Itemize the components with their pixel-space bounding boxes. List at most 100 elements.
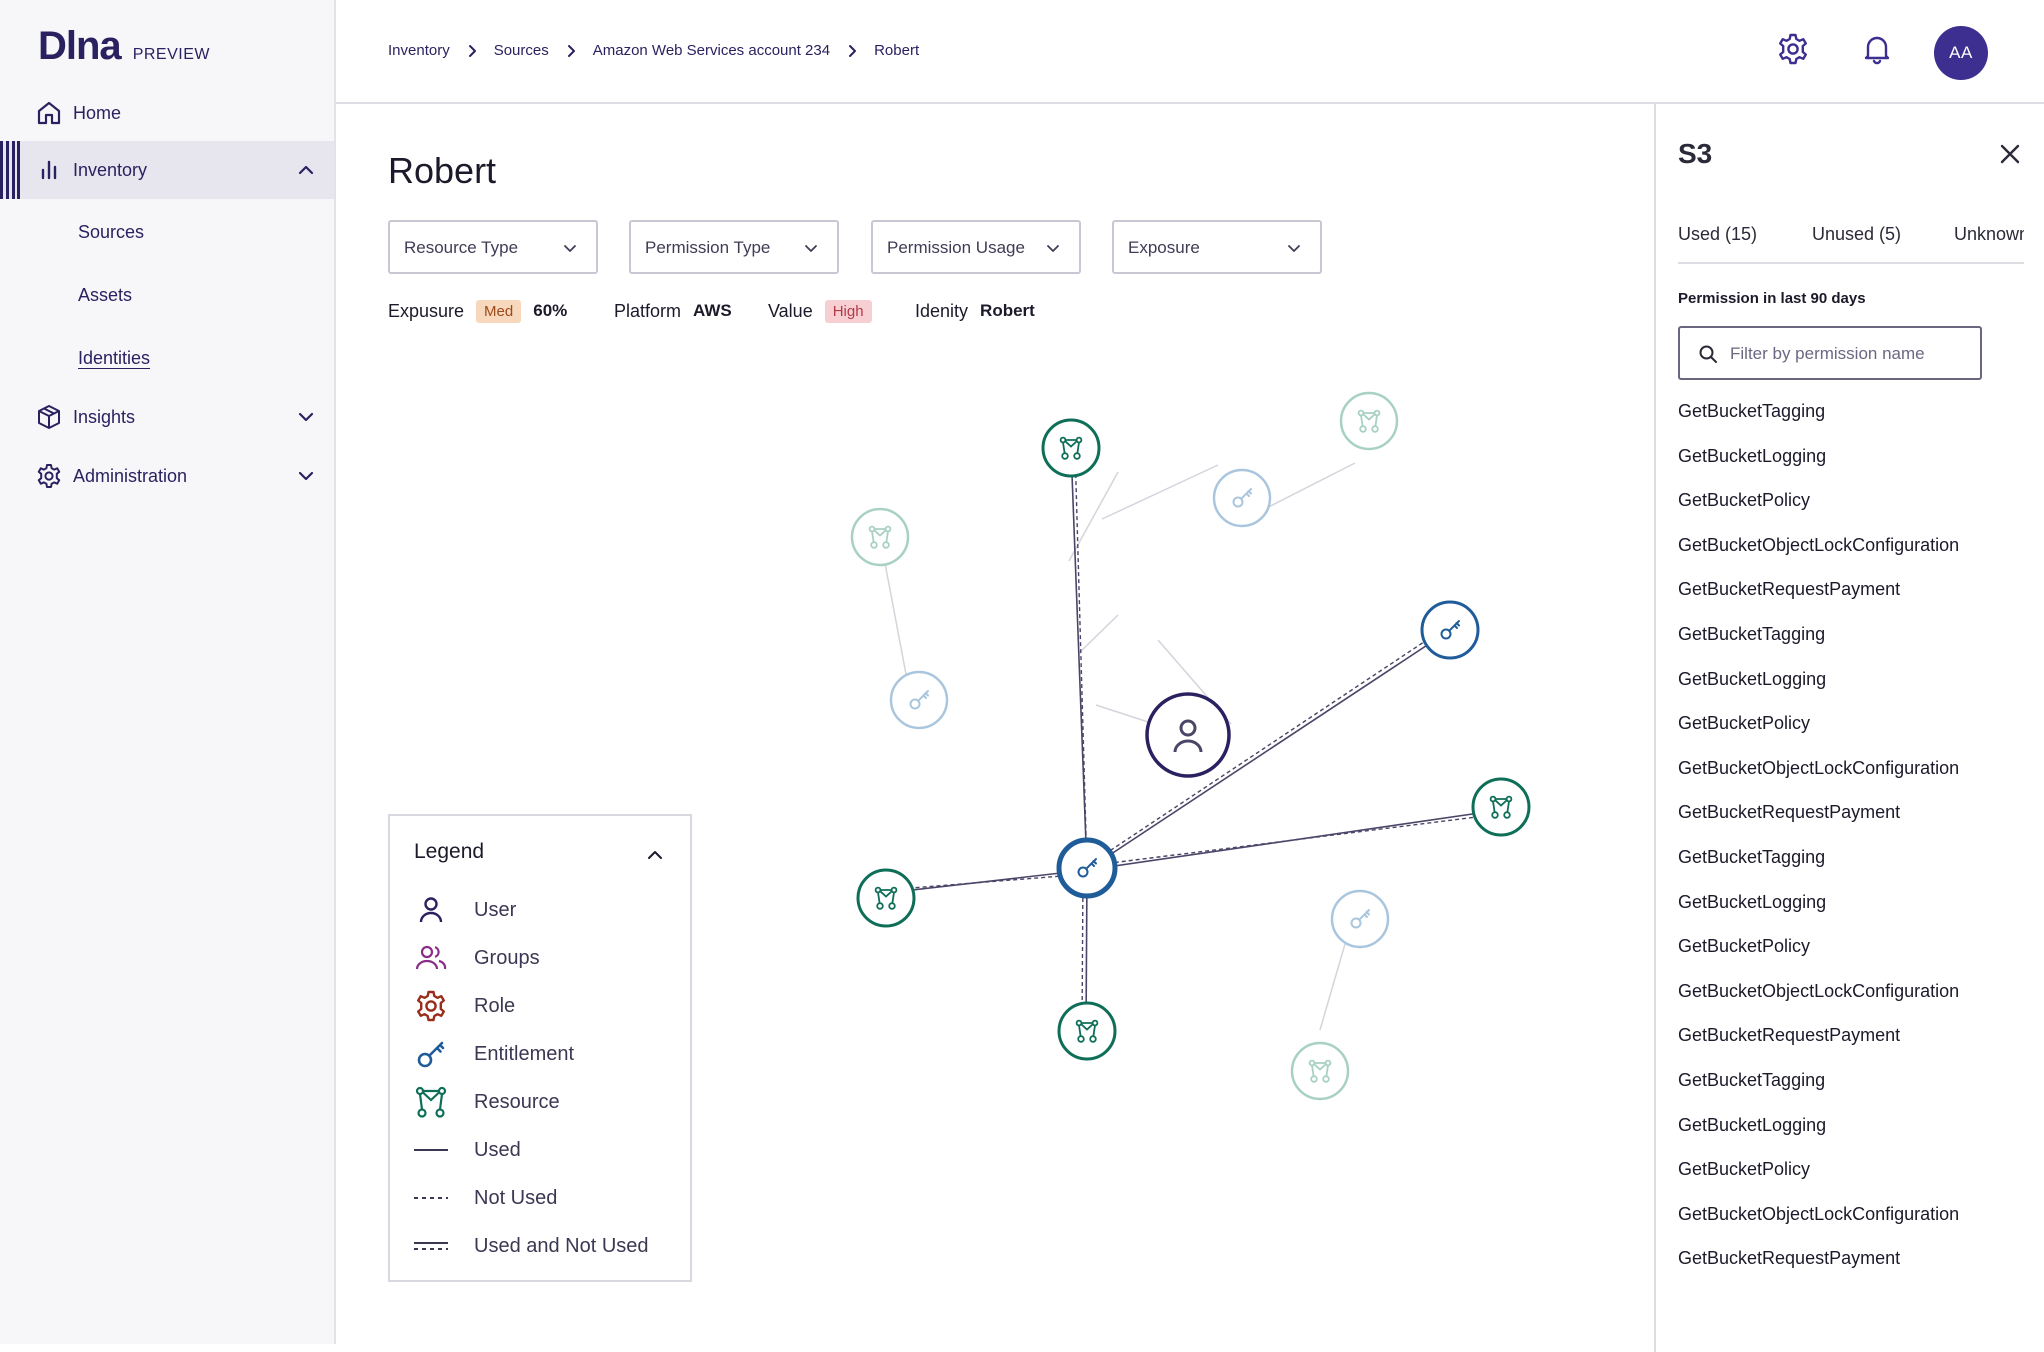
permission-item[interactable]: GetBucketPolicy [1678,489,1959,534]
entitlement-node-faded[interactable] [1212,468,1272,528]
chevron-down-icon [564,245,576,252]
sidebar-subitem-assets[interactable]: Assets [78,285,132,306]
exposure-badge: Med [476,299,522,323]
permission-search-input[interactable] [1730,340,1970,368]
exposure-filter[interactable]: Exposure [1112,220,1322,274]
chevron-up-icon[interactable] [646,846,664,864]
edge-used-and-not-used [1086,625,1451,871]
breadcrumb-item-sources[interactable]: Sources [494,42,549,59]
identity-label: Idenity [915,300,969,321]
permission-item[interactable]: GetBucketPolicy [1678,935,1959,980]
tab-unused[interactable]: Unused (5) [1812,224,1901,245]
permission-item[interactable]: GetBucketLogging [1678,891,1959,936]
close-icon[interactable] [1996,140,2024,168]
permission-item[interactable]: GetBucketRequestPayment [1678,1024,1959,1069]
filter-label: Permission Type [645,238,771,257]
breadcrumb-item-account[interactable]: Amazon Web Services account 234 [593,42,830,59]
gear-icon [37,464,61,488]
sidebar-subitem-sources[interactable]: Sources [78,222,144,243]
legend-label: Resource [474,1090,560,1113]
sidebar-item-insights[interactable]: Insights [0,388,334,446]
permission-usage-filter[interactable]: Permission Usage [871,220,1081,274]
chevron-up-icon[interactable] [296,160,316,180]
page-title: Robert [388,150,497,191]
sidebar-item-home[interactable]: Home [0,84,334,142]
chevron-right-icon [849,44,857,57]
edge-used-and-not-used [1086,809,1501,871]
bell-icon[interactable] [1860,32,1894,66]
home-icon [37,101,61,125]
edge-faded [1078,614,1119,654]
logo-wordmark: Dlna [38,24,122,68]
permission-item[interactable]: GetBucketObjectLockConfiguration [1678,1203,1959,1248]
chevron-down-icon[interactable] [296,407,316,427]
identity-graph [850,391,1531,1101]
entitlement-node-faded[interactable] [1330,889,1390,949]
tab-unknown[interactable]: Unknown [1954,224,2024,245]
permission-item[interactable]: GetBucketTagging [1678,400,1959,445]
permission-search[interactable] [1678,326,1982,380]
resource-node-faded[interactable] [1339,391,1399,451]
permission-item[interactable]: GetBucketObjectLockConfiguration [1678,757,1959,802]
resource-icon [415,1086,447,1118]
sidebar-subitem-identities[interactable]: Identities [78,348,150,369]
resource-node[interactable] [1057,1001,1117,1061]
preview-tag: PREVIEW [132,46,210,63]
key-icon [417,1041,445,1068]
legend-panel: Legend User Groups Role Entitlement Reso… [388,814,692,1282]
resource-node[interactable] [1471,777,1531,837]
resource-node-faded[interactable] [1290,1041,1350,1101]
exposure-value: 60% [533,301,568,320]
identity-meta: Idenity Robert [915,296,1035,326]
app-logo[interactable]: Dlna PREVIEW [38,24,210,69]
entitlement-node[interactable] [1420,600,1480,660]
permission-item[interactable]: GetBucketObjectLockConfiguration [1678,980,1959,1025]
user-node[interactable] [1145,692,1231,778]
legend-label: Not Used [474,1186,558,1209]
cube-icon [38,405,60,429]
chevron-down-icon [1288,245,1300,252]
permission-item[interactable]: GetBucketObjectLockConfiguration [1678,534,1959,579]
exposure-label: Expusure [388,300,465,321]
permission-type-filter[interactable]: Permission Type [629,220,839,274]
solid-line-icon [414,1149,448,1151]
resource-node-faded[interactable] [850,507,910,567]
permission-item[interactable]: GetBucketTagging [1678,623,1959,668]
resource-type-filter[interactable]: Resource Type [388,220,598,274]
legend-item-user: User [414,892,516,928]
breadcrumb-item-inventory[interactable]: Inventory [388,42,450,59]
user-avatar[interactable]: AA [1934,26,1988,80]
resource-node[interactable] [856,868,916,928]
legend-item-used: Used [414,1132,521,1168]
sidebar-item-administration[interactable]: Administration [0,447,334,505]
permission-item[interactable]: GetBucketTagging [1678,1069,1959,1114]
permission-item[interactable]: GetBucketRequestPayment [1678,1247,1959,1292]
chevron-down-icon[interactable] [296,466,316,486]
breadcrumb: Inventory Sources Amazon Web Services ac… [388,42,919,59]
permission-item[interactable]: GetBucketRequestPayment [1678,801,1959,846]
edge-faded [1319,943,1346,1031]
permission-item[interactable]: GetBucketLogging [1678,668,1959,713]
permission-item[interactable]: GetBucketLogging [1678,1114,1959,1159]
permission-item[interactable]: GetBucketLogging [1678,445,1959,490]
resource-node[interactable] [1041,418,1101,478]
sidebar-item-inventory[interactable]: Inventory [0,141,334,199]
sidebar-item-label: Inventory [73,159,148,180]
exposure-meta: Expusure Med 60% [388,296,567,326]
mixed-line-icon [414,1242,448,1250]
panel-title: S3 [1678,138,1713,169]
groups-icon [415,945,447,970]
filter-label: Resource Type [404,238,519,257]
tab-used[interactable]: Used (15) [1678,224,1757,245]
permission-item[interactable]: GetBucketRequestPayment [1678,578,1959,623]
panel-subtitle: Permission in last 90 days [1678,290,1866,307]
permission-item[interactable]: GetBucketTagging [1678,846,1959,891]
permission-item[interactable]: GetBucketPolicy [1678,1158,1959,1203]
legend-label: Entitlement [474,1042,575,1065]
permission-item[interactable]: GetBucketPolicy [1678,712,1959,757]
legend-label: Role [474,994,516,1017]
settings-icon[interactable] [1776,32,1810,66]
legend-label: User [474,898,517,921]
entitlement-node-selected[interactable] [1056,837,1118,899]
entitlement-node-faded[interactable] [889,670,949,730]
